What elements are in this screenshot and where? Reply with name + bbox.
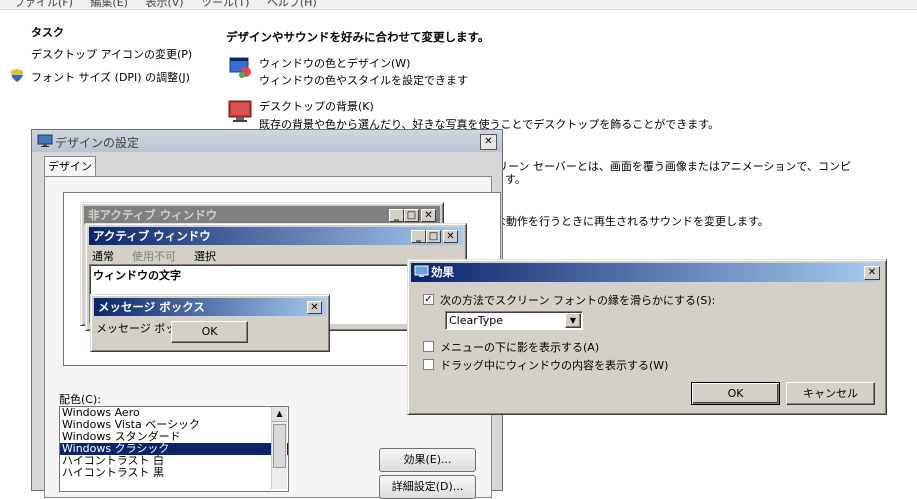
preview-inactive-title: 非アクティブ ウィンドウ bbox=[84, 206, 440, 224]
close-icon: ✕ bbox=[421, 209, 436, 222]
effects-title-bar: 効果 bbox=[411, 263, 879, 282]
list-scrollbar[interactable]: ▲ bbox=[271, 407, 287, 489]
menu-help[interactable]: ヘルプ(H) bbox=[267, 0, 317, 9]
display-icon bbox=[37, 134, 53, 151]
page-heading: デザインやサウンドを好みに合わせて変更します。 bbox=[226, 30, 490, 44]
menu-edit[interactable]: 編集(E) bbox=[90, 0, 128, 9]
smoothing-label: 次の方法でスクリーン フォントの縁を滑らかにする(S): bbox=[440, 294, 716, 307]
maximize-icon: □ bbox=[426, 230, 441, 243]
window-color-link[interactable]: ウィンドウの色とデザイン(W) bbox=[259, 55, 410, 71]
appearance-title-bar: デザインの設定 ✕ bbox=[32, 130, 502, 152]
menu-shadow-checkbox[interactable] bbox=[423, 341, 434, 352]
appearance-close-button[interactable]: ✕ bbox=[480, 134, 497, 150]
effects-dialog: 効果 ✕ ✓ 次の方法でスクリーン フォントの縁を滑らかにする(S): Clea… bbox=[407, 259, 887, 415]
menu-tools[interactable]: ツール(T) bbox=[201, 0, 249, 9]
color-scheme-list[interactable]: Windows Aero Windows Vista ベーシック Windows… bbox=[59, 406, 289, 492]
effects-close-button[interactable]: ✕ bbox=[864, 266, 880, 280]
screensaver-desc-partial-2: す。 bbox=[505, 173, 526, 186]
close-icon: ✕ bbox=[443, 230, 458, 243]
menu-file[interactable]: ファイル(F) bbox=[14, 0, 73, 9]
drag-content-checkbox[interactable] bbox=[423, 359, 434, 370]
smoothing-select[interactable]: ClearType ▼ bbox=[445, 311, 583, 330]
preview-ok-button: OK bbox=[171, 321, 248, 343]
preview-window-text: ウィンドウの文字 bbox=[93, 269, 181, 282]
uac-shield-icon bbox=[11, 69, 23, 85]
window-color-icon bbox=[228, 55, 254, 82]
preview-msgbox-title: メッセージ ボックス bbox=[94, 298, 326, 316]
minimize-icon: _ bbox=[411, 230, 426, 243]
list-item[interactable]: ハイコントラスト 黒 bbox=[60, 467, 288, 479]
tasks-heading: タスク bbox=[31, 26, 64, 39]
menu-shadow-label: メニューの下に影を表示する(A) bbox=[440, 341, 600, 354]
effects-title: 効果 bbox=[431, 265, 454, 279]
effects-button[interactable]: 効果(E)... bbox=[379, 448, 476, 472]
menu-bar: ファイル(F) 編集(E) 表示(V) ツール(T) ヘルプ(H) bbox=[0, 0, 917, 10]
preview-menu-disabled: 使用不可 bbox=[132, 250, 176, 263]
preview-active-title: アクティブ ウィンドウ bbox=[89, 227, 463, 245]
preview-menu-selected: 選択 bbox=[194, 250, 216, 263]
advanced-button[interactable]: 詳細設定(D)... bbox=[379, 475, 476, 499]
window-color-desc: ウィンドウの色やスタイルを設定できます bbox=[259, 74, 468, 87]
cancel-button[interactable]: キャンセル bbox=[786, 382, 875, 405]
scroll-thumb[interactable] bbox=[273, 424, 286, 468]
preview-menu-normal: 通常 bbox=[92, 250, 114, 263]
sound-desc-partial: な動作を行うときに再生されるサウンドを変更します。 bbox=[495, 215, 769, 228]
ok-button[interactable]: OK bbox=[691, 382, 780, 405]
tab-design[interactable]: デザイン bbox=[44, 156, 96, 177]
maximize-icon: □ bbox=[404, 209, 419, 222]
screensaver-desc-partial: リーン セーバーとは、画面を覆う画像またはアニメーションで、コンピ bbox=[497, 160, 851, 173]
display-icon bbox=[414, 265, 429, 282]
menu-view[interactable]: 表示(V) bbox=[145, 0, 183, 9]
task-change-desktop-icons[interactable]: デスクトップ アイコンの変更(P) bbox=[31, 46, 192, 62]
preview-message-box: メッセージ ボックス ✕ メッセージ ボックス OK bbox=[90, 294, 330, 352]
scroll-up-icon[interactable]: ▲ bbox=[272, 407, 287, 422]
task-adjust-font-size[interactable]: フォント サイズ (DPI) の調整(J) bbox=[31, 69, 190, 85]
close-icon: ✕ bbox=[307, 301, 322, 314]
desktop-background-icon bbox=[228, 99, 254, 126]
desktop-background-link[interactable]: デスクトップの背景(K) bbox=[259, 98, 374, 114]
drag-content-label: ドラッグ中にウィンドウの内容を表示する(W) bbox=[440, 359, 669, 372]
chevron-down-icon[interactable]: ▼ bbox=[565, 313, 581, 328]
smoothing-value: ClearType bbox=[449, 314, 504, 327]
appearance-title: デザインの設定 bbox=[55, 136, 140, 150]
minimize-icon: _ bbox=[389, 209, 404, 222]
smoothing-checkbox[interactable]: ✓ bbox=[423, 294, 434, 305]
color-scheme-label: 配色(C): bbox=[59, 393, 101, 406]
